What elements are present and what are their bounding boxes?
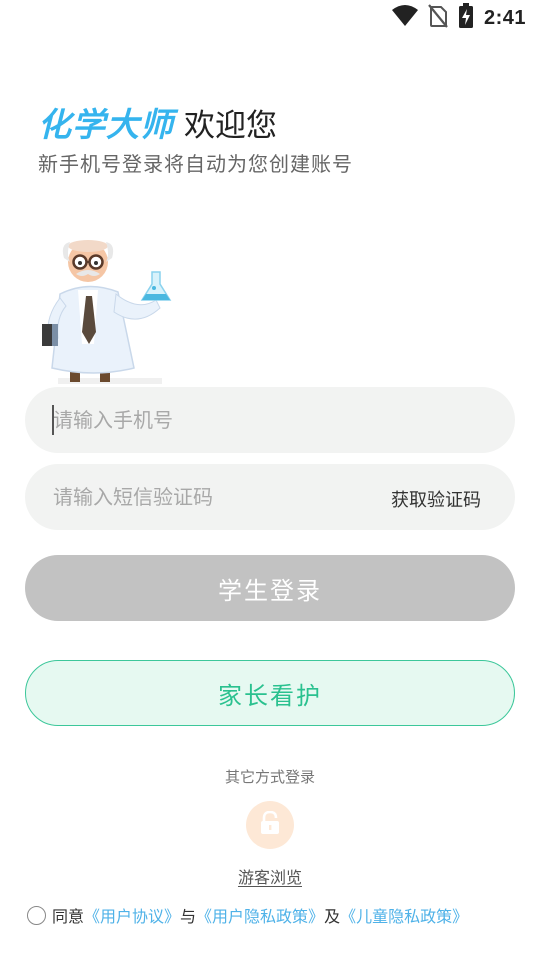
privacy-policy-link[interactable]: 《用户隐私政策》 bbox=[196, 903, 324, 927]
no-sim-icon bbox=[428, 4, 448, 32]
scientist-mascot-icon bbox=[38, 232, 178, 388]
lock-icon bbox=[259, 810, 281, 839]
wifi-icon bbox=[391, 5, 418, 31]
status-time: 2:41 bbox=[483, 6, 526, 29]
children-privacy-link[interactable]: 《儿童隐私政策》 bbox=[340, 903, 468, 927]
phone-field[interactable] bbox=[25, 387, 515, 453]
phone-input[interactable] bbox=[53, 387, 383, 453]
agreement-prefix: 同意 bbox=[52, 907, 85, 926]
brand-title: 化学大师 bbox=[38, 105, 174, 144]
agreement-checkbox[interactable] bbox=[27, 905, 46, 925]
welcome-heading: 化学大师 欢迎您 bbox=[38, 98, 277, 146]
agreement-row: 同意 《用户协议》 与 《用户隐私政策》 及 《儿童隐私政策》 bbox=[27, 903, 468, 927]
agreement-and: 与 bbox=[180, 907, 197, 926]
guest-login-button[interactable] bbox=[246, 801, 294, 849]
student-login-button[interactable]: 学生登录 bbox=[25, 555, 515, 621]
get-code-button[interactable]: 获取验证码 bbox=[391, 486, 481, 512]
other-login-label: 其它方式登录 bbox=[224, 768, 315, 786]
subtitle: 新手机号登录将自动为您创建账号 bbox=[38, 152, 353, 176]
user-agreement-link[interactable]: 《用户协议》 bbox=[84, 903, 180, 927]
sms-code-field[interactable]: 获取验证码 bbox=[25, 464, 515, 530]
agreement-and-2: 及 bbox=[324, 907, 341, 926]
welcome-text: 欢迎您 bbox=[184, 108, 277, 144]
status-bar: 2:41 bbox=[0, 0, 540, 36]
parent-care-button[interactable]: 家长看护 bbox=[25, 660, 515, 726]
sms-code-input[interactable] bbox=[53, 464, 383, 530]
battery-charging-icon bbox=[458, 3, 474, 33]
status-icons: 2:41 bbox=[391, 3, 526, 33]
text-cursor bbox=[52, 405, 54, 435]
guest-browse-link[interactable]: 游客浏览 bbox=[0, 864, 540, 888]
